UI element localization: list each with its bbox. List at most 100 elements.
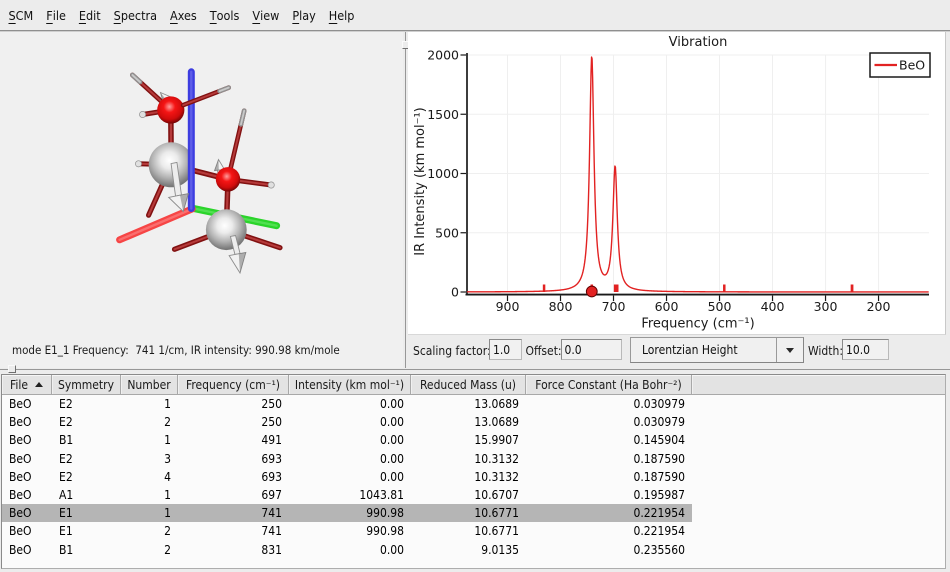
cell: 1 — [121, 395, 178, 413]
table-row[interactable]: BeOA116971043.8110.67070.195987 — [2, 486, 692, 504]
column-header-number[interactable]: Number — [121, 375, 178, 395]
table-row[interactable]: BeOB128310.009.01350.235560 — [2, 541, 692, 559]
cell: BeO — [2, 486, 52, 504]
y-axis-label: IR Intensity (km mol⁻¹) — [413, 107, 428, 255]
menu-item-axes[interactable]: Axes — [164, 0, 204, 30]
table-row[interactable]: BeOE246930.0010.31320.187590 — [2, 468, 692, 486]
column-header-frequency-cm[interactable]: Frequency (cm⁻¹) — [178, 375, 289, 395]
modes-table-body: BeOE212500.0013.06890.030979BeOE222500.0… — [2, 395, 945, 559]
x-tick-label: 600 — [655, 299, 679, 314]
cell: 741 — [178, 522, 289, 540]
horizontal-splitter-handle[interactable] — [8, 365, 16, 373]
cell: 693 — [178, 450, 289, 468]
vertical-splitter-line — [405, 32, 406, 368]
cell: BeO — [2, 450, 52, 468]
cell: 0.187590 — [526, 450, 692, 468]
cell: 0.235560 — [526, 541, 692, 559]
cell: BeO — [2, 522, 52, 540]
offset-input[interactable] — [561, 339, 622, 360]
x-axis-label: Frequency (cm⁻¹) — [641, 317, 754, 332]
column-header-file[interactable]: File — [2, 375, 52, 395]
width-input[interactable] — [842, 339, 889, 360]
spectrum-chart-panel[interactable]: 9008007006005004003002000500100015002000… — [408, 32, 946, 335]
lineshape-combobox-value: Lorentzian Height — [631, 343, 776, 357]
modes-table-header: FileSymmetryNumberFrequency (cm⁻¹)Intens… — [2, 375, 945, 395]
menu-item-play[interactable]: Play — [286, 0, 322, 30]
x-tick-label: 300 — [814, 299, 838, 314]
table-row[interactable]: BeOB114910.0015.99070.145904 — [2, 431, 692, 449]
cell: E1 — [52, 504, 121, 522]
cell: BeO — [2, 504, 52, 522]
atom-O — [216, 167, 240, 191]
cell: BeO — [2, 541, 52, 559]
table-row[interactable]: BeOE212500.0013.06890.030979 — [2, 395, 692, 413]
molecule-viewer-panel[interactable]: mode E1_1 Frequency: 741 1/cm, IR intens… — [0, 32, 403, 368]
cell: BeO — [2, 468, 52, 486]
cell: 1 — [121, 486, 178, 504]
cell: 0.00 — [289, 468, 411, 486]
chart-legend: BeO — [870, 53, 930, 77]
cell: 491 — [178, 431, 289, 449]
cell: 0.195987 — [526, 486, 692, 504]
scaling-factor-input[interactable] — [489, 339, 522, 360]
modes-table[interactable]: FileSymmetryNumberFrequency (cm⁻¹)Intens… — [1, 374, 946, 569]
menu-item-tools[interactable]: Tools — [203, 0, 246, 30]
menu-item-view[interactable]: View — [246, 0, 286, 30]
menu-item-file[interactable]: File — [40, 0, 73, 30]
y-tick-label: 1000 — [427, 166, 459, 181]
lineshape-combobox[interactable]: Lorentzian Height — [630, 337, 804, 363]
menu-item-spectra[interactable]: Spectra — [107, 0, 163, 30]
molecule-3d-view[interactable] — [0, 32, 403, 338]
cell: 693 — [178, 468, 289, 486]
cell: BeO — [2, 395, 52, 413]
spectrum-controls-bar: Scaling factor: Offset: Lorentzian Heigh… — [408, 335, 950, 368]
column-header-symmetry[interactable]: Symmetry — [52, 375, 121, 395]
table-row[interactable]: BeOE12741990.9810.67710.221954 — [2, 522, 692, 540]
cell: 2 — [121, 413, 178, 431]
column-header-reduced-mass-u[interactable]: Reduced Mass (u) — [411, 375, 526, 395]
cell: B1 — [52, 541, 121, 559]
cell: 10.3132 — [411, 450, 526, 468]
mode-status-text: mode E1_1 Frequency: 741 1/cm, IR intens… — [12, 343, 340, 357]
scaling-factor-label: Scaling factor: — [413, 344, 491, 358]
horizontal-splitter-line — [0, 369, 950, 370]
combobox-dropdown-button[interactable] — [777, 338, 803, 362]
table-row[interactable]: BeOE236930.0010.31320.187590 — [2, 450, 692, 468]
cell: 2 — [121, 522, 178, 540]
column-header-intensity-km-mol[interactable]: Intensity (km mol⁻¹) — [289, 375, 411, 395]
table-row[interactable]: BeOE222500.0013.06890.030979 — [2, 413, 692, 431]
menu-item-edit[interactable]: Edit — [72, 0, 107, 30]
cell: 0.221954 — [526, 504, 692, 522]
column-header-force-constant-ha-bohr[interactable]: Force Constant (Ha Bohr⁻²) — [526, 375, 692, 395]
cell: 0.00 — [289, 431, 411, 449]
cell: 3 — [121, 450, 178, 468]
cell: 0.030979 — [526, 413, 692, 431]
chevron-down-icon — [786, 348, 794, 353]
atom-O — [157, 96, 184, 123]
legend-label: BeO — [899, 58, 925, 73]
cell: 831 — [178, 541, 289, 559]
vibration-spectrum-chart[interactable]: 9008007006005004003002000500100015002000… — [408, 32, 945, 334]
menu-item-scm[interactable]: SCM — [2, 0, 40, 30]
cell: 9.0135 — [411, 541, 526, 559]
cell: 990.98 — [289, 504, 411, 522]
cell: 2 — [121, 541, 178, 559]
cell: 250 — [178, 395, 289, 413]
cell: 0.00 — [289, 413, 411, 431]
cell: 10.6771 — [411, 504, 526, 522]
cell: E2 — [52, 450, 121, 468]
cell: E1 — [52, 522, 121, 540]
y-tick-label: 0 — [451, 285, 459, 300]
cell: A1 — [52, 486, 121, 504]
cell: E2 — [52, 395, 121, 413]
table-row-selected[interactable]: BeOE11741990.9810.67710.221954 — [2, 504, 692, 522]
menu-item-help[interactable]: Help — [322, 0, 361, 30]
cell: 13.0689 — [411, 413, 526, 431]
cell: 250 — [178, 413, 289, 431]
x-tick-label: 200 — [867, 299, 891, 314]
x-tick-label: 800 — [549, 299, 573, 314]
cell: 0.00 — [289, 450, 411, 468]
menubar: SCMFileEditSpectraAxesToolsViewPlayHelp — [0, 0, 950, 30]
spectrum-curve — [467, 57, 929, 292]
cell: 1 — [121, 504, 178, 522]
